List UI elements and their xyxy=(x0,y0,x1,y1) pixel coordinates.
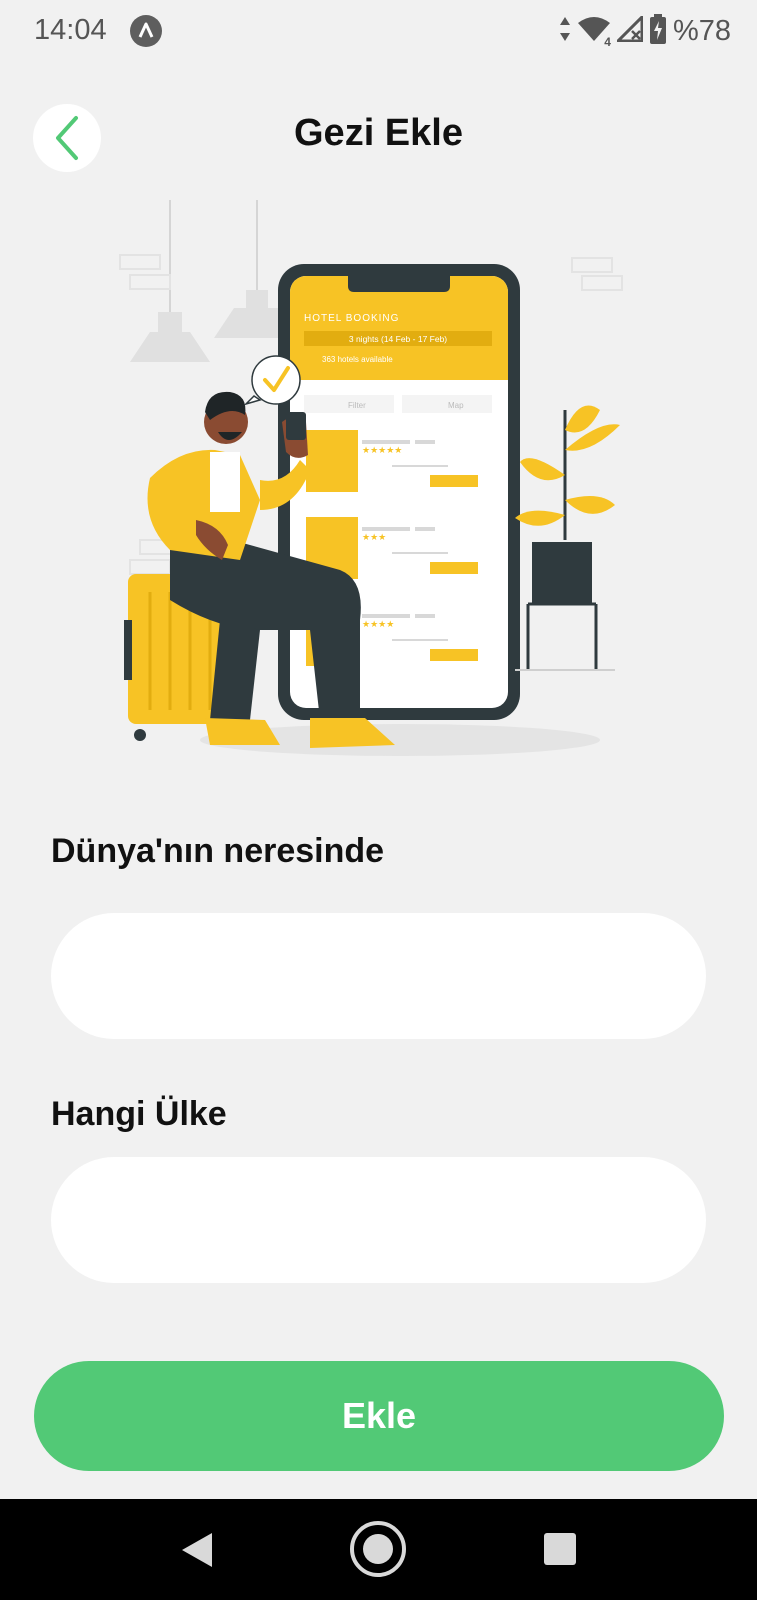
svg-text:★★★★: ★★★★ xyxy=(362,620,394,630)
status-time: 14:04 xyxy=(34,14,107,46)
check-bubble-icon xyxy=(243,355,301,406)
screen-header-text: HOTEL BOOKING xyxy=(304,313,399,324)
back-triangle-icon[interactable] xyxy=(180,1531,214,1574)
screen-results-text: 363 hotels available xyxy=(322,355,393,364)
app-notification-icon xyxy=(130,15,162,47)
location-label: Dünya'nın neresinde xyxy=(51,832,385,870)
screen-dates-text: 3 nights (14 Feb - 17 Feb) xyxy=(349,334,447,344)
battery-charging-icon xyxy=(649,13,667,49)
signal-icon xyxy=(614,12,644,47)
location-input[interactable] xyxy=(51,913,706,1039)
recents-square-icon[interactable] xyxy=(544,1533,576,1565)
travel-illustration: HOTEL BOOKING 3 nights (14 Feb - 17 Feb)… xyxy=(119,200,623,756)
page-title: Gezi Ekle xyxy=(294,112,463,154)
home-dot xyxy=(363,1534,393,1564)
home-circle-icon[interactable] xyxy=(350,1521,406,1577)
wifi-icon: 4 xyxy=(577,16,611,49)
data-arrows-icon xyxy=(559,16,571,47)
status-icons: 4 %78 xyxy=(559,12,731,49)
screen-filter-text: Filter xyxy=(348,401,366,410)
system-nav-bar xyxy=(0,1499,757,1600)
add-button[interactable]: Ekle xyxy=(34,1361,724,1471)
lamp-icon xyxy=(130,200,300,362)
screen-map-text: Map xyxy=(448,401,464,410)
network-badge: 4 xyxy=(604,34,611,49)
svg-text:★★★: ★★★ xyxy=(362,533,386,543)
country-label: Hangi Ülke xyxy=(51,1095,227,1133)
country-input[interactable] xyxy=(51,1157,706,1283)
plant-illustration xyxy=(515,405,620,671)
status-bar: 14:04 4 %78 xyxy=(0,0,757,64)
battery-percent: %78 xyxy=(672,14,731,47)
svg-text:★★★★★: ★★★★★ xyxy=(362,446,402,456)
